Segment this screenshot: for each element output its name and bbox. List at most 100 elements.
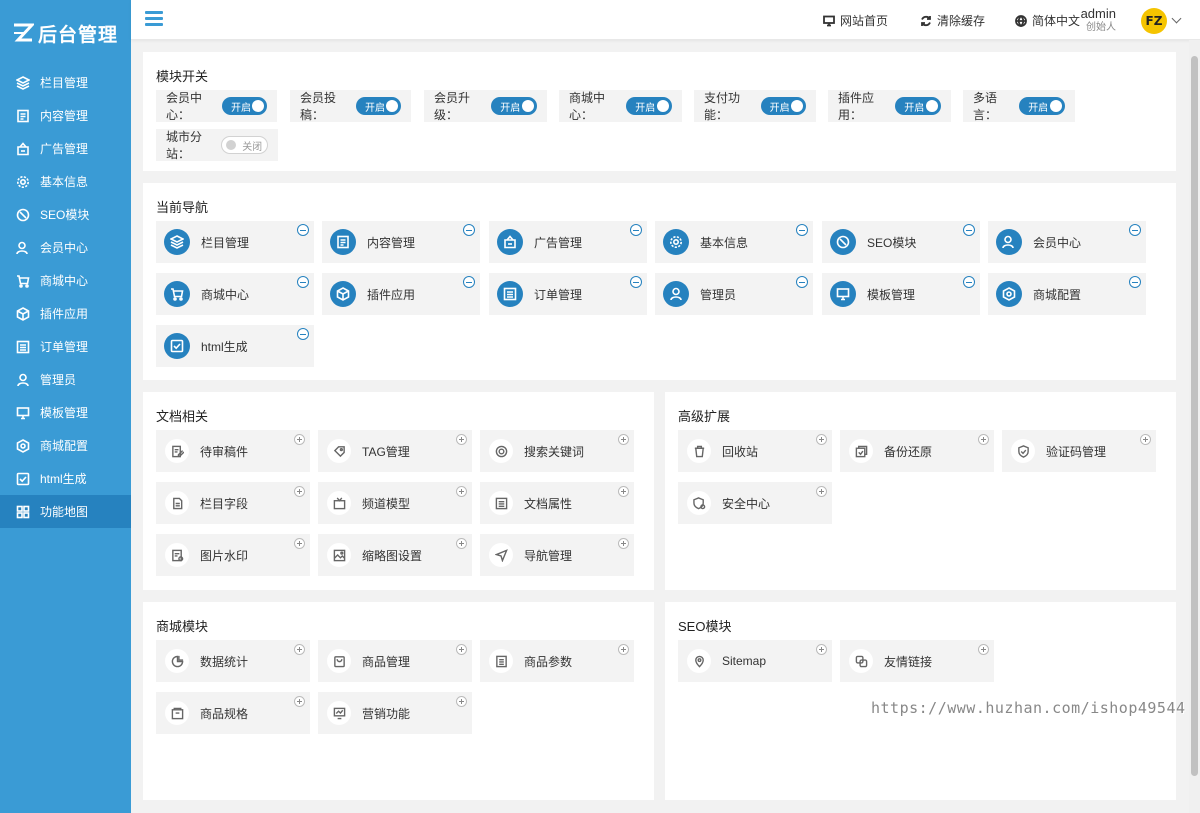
nav-card-member[interactable]: 会员中心 [988,221,1146,263]
add-icon[interactable] [618,434,629,445]
add-icon[interactable] [294,696,305,707]
add-icon[interactable] [294,434,305,445]
feature-thumbnail-settings[interactable]: 缩略图设置 [318,534,472,576]
sidebar-item-column[interactable]: 栏目管理 [0,66,131,99]
nav-card-content[interactable]: 内容管理 [322,221,480,263]
sidebar-item-html-gen[interactable]: html生成 [0,462,131,495]
site-home-link[interactable]: 网站首页 [823,12,888,29]
add-icon[interactable] [294,644,305,655]
add-icon[interactable] [456,486,467,497]
sidebar-item-templates[interactable]: 模板管理 [0,396,131,429]
remove-icon[interactable] [1129,276,1141,288]
feature-recycle-bin[interactable]: 回收站 [678,430,832,472]
remove-icon[interactable] [630,276,642,288]
toggle-switch[interactable]: 开启 [356,97,401,115]
add-icon[interactable] [978,434,989,445]
feature-product-params[interactable]: 商品参数 [480,640,634,682]
feature-nav-manage[interactable]: 导航管理 [480,534,634,576]
remove-icon[interactable] [796,276,808,288]
add-icon[interactable] [294,538,305,549]
add-icon[interactable] [456,644,467,655]
add-icon[interactable] [816,434,827,445]
toggle-switch[interactable]: 关闭 [221,136,268,154]
remove-icon[interactable] [463,276,475,288]
add-icon[interactable] [1140,434,1151,445]
feature-sitemap[interactable]: Sitemap [678,640,832,682]
add-icon[interactable] [978,644,989,655]
add-icon[interactable] [294,486,305,497]
feature-tag-manage[interactable]: TAG管理 [318,430,472,472]
logo[interactable]: 后台管理 [0,0,131,66]
feature-captcha-manage[interactable]: 验证码管理 [1002,430,1156,472]
remove-icon[interactable] [796,224,808,236]
remove-icon[interactable] [1129,224,1141,236]
feature-friend-links[interactable]: 友情链接 [840,640,994,682]
add-icon[interactable] [618,486,629,497]
sidebar-item-shop-config[interactable]: 商城配置 [0,429,131,462]
language-link[interactable]: 简体中文 [1015,12,1080,29]
sidebar-item-ads[interactable]: 广告管理 [0,132,131,165]
add-icon[interactable] [456,538,467,549]
nav-card-orders[interactable]: 订单管理 [489,273,647,315]
sidebar-item-content[interactable]: 内容管理 [0,99,131,132]
sidebar-item-function-map[interactable]: 功能地图 [0,495,131,528]
nav-card-admin[interactable]: 管理员 [655,273,813,315]
user-info[interactable]: admin 创始人 [1081,6,1116,34]
feature-doc-attributes[interactable]: 文档属性 [480,482,634,524]
sidebar-item-orders[interactable]: 订单管理 [0,330,131,363]
nav-card-shop[interactable]: 商城中心 [156,273,314,315]
menu-toggle-icon[interactable] [145,11,163,27]
feature-search-keywords[interactable]: 搜索关键词 [480,430,634,472]
feature-marketing[interactable]: 营销功能 [318,692,472,734]
feature-backup-restore[interactable]: 备份还原 [840,430,994,472]
feature-pending-drafts[interactable]: 待审稿件 [156,430,310,472]
sidebar-item-plugins[interactable]: 插件应用 [0,297,131,330]
remove-icon[interactable] [630,224,642,236]
chevron-down-icon[interactable] [1171,13,1182,24]
sidebar-item-basic-info[interactable]: 基本信息 [0,165,131,198]
add-icon[interactable] [618,538,629,549]
toggle-switch[interactable]: 开启 [760,97,806,115]
remove-icon[interactable] [963,224,975,236]
nav-card-column[interactable]: 栏目管理 [156,221,314,263]
toggle-switch[interactable]: 开启 [626,97,672,115]
avatar[interactable]: FZ [1141,8,1167,34]
sidebar-item-seo[interactable]: SEO模块 [0,198,131,231]
add-icon[interactable] [618,644,629,655]
feature-product-specs[interactable]: 商品规格 [156,692,310,734]
add-icon[interactable] [456,434,467,445]
feature-security-center[interactable]: 安全中心 [678,482,832,524]
remove-icon[interactable] [963,276,975,288]
toggle-switch[interactable]: 开启 [1019,97,1065,115]
nav-card-plugins[interactable]: 插件应用 [322,273,480,315]
add-icon[interactable] [456,696,467,707]
feature-image-watermark[interactable]: 图片水印 [156,534,310,576]
nav-card-seo[interactable]: SEO模块 [822,221,980,263]
clear-cache-link[interactable]: 清除缓存 [920,12,985,29]
feature-channel-model[interactable]: 频道模型 [318,482,472,524]
nav-card-shop-config[interactable]: 商城配置 [988,273,1146,315]
sidebar-item-shop[interactable]: 商城中心 [0,264,131,297]
sidebar-item-member[interactable]: 会员中心 [0,231,131,264]
nav-card-basic-info[interactable]: 基本信息 [655,221,813,263]
feature-statistics[interactable]: 数据统计 [156,640,310,682]
layers-icon [164,229,190,255]
feature-column-fields[interactable]: 栏目字段 [156,482,310,524]
toggle-city-site: 城市分站： 关闭 [156,129,278,161]
toggle-switch[interactable]: 开启 [491,97,537,115]
remove-icon[interactable] [297,224,309,236]
logo-text: 后台管理 [38,24,119,46]
nav-card-ads[interactable]: 广告管理 [489,221,647,263]
add-icon[interactable] [816,644,827,655]
nav-card-html-gen[interactable]: html生成 [156,325,314,367]
remove-icon[interactable] [463,224,475,236]
feature-product-manage[interactable]: 商品管理 [318,640,472,682]
add-icon[interactable] [816,486,827,497]
nav-card-templates[interactable]: 模板管理 [822,273,980,315]
remove-icon[interactable] [297,328,309,340]
remove-icon[interactable] [297,276,309,288]
toggle-switch[interactable]: 开启 [222,97,267,115]
sidebar-item-admin[interactable]: 管理员 [0,363,131,396]
scrollbar-thumb[interactable] [1191,56,1198,776]
toggle-switch[interactable]: 开启 [895,97,941,115]
